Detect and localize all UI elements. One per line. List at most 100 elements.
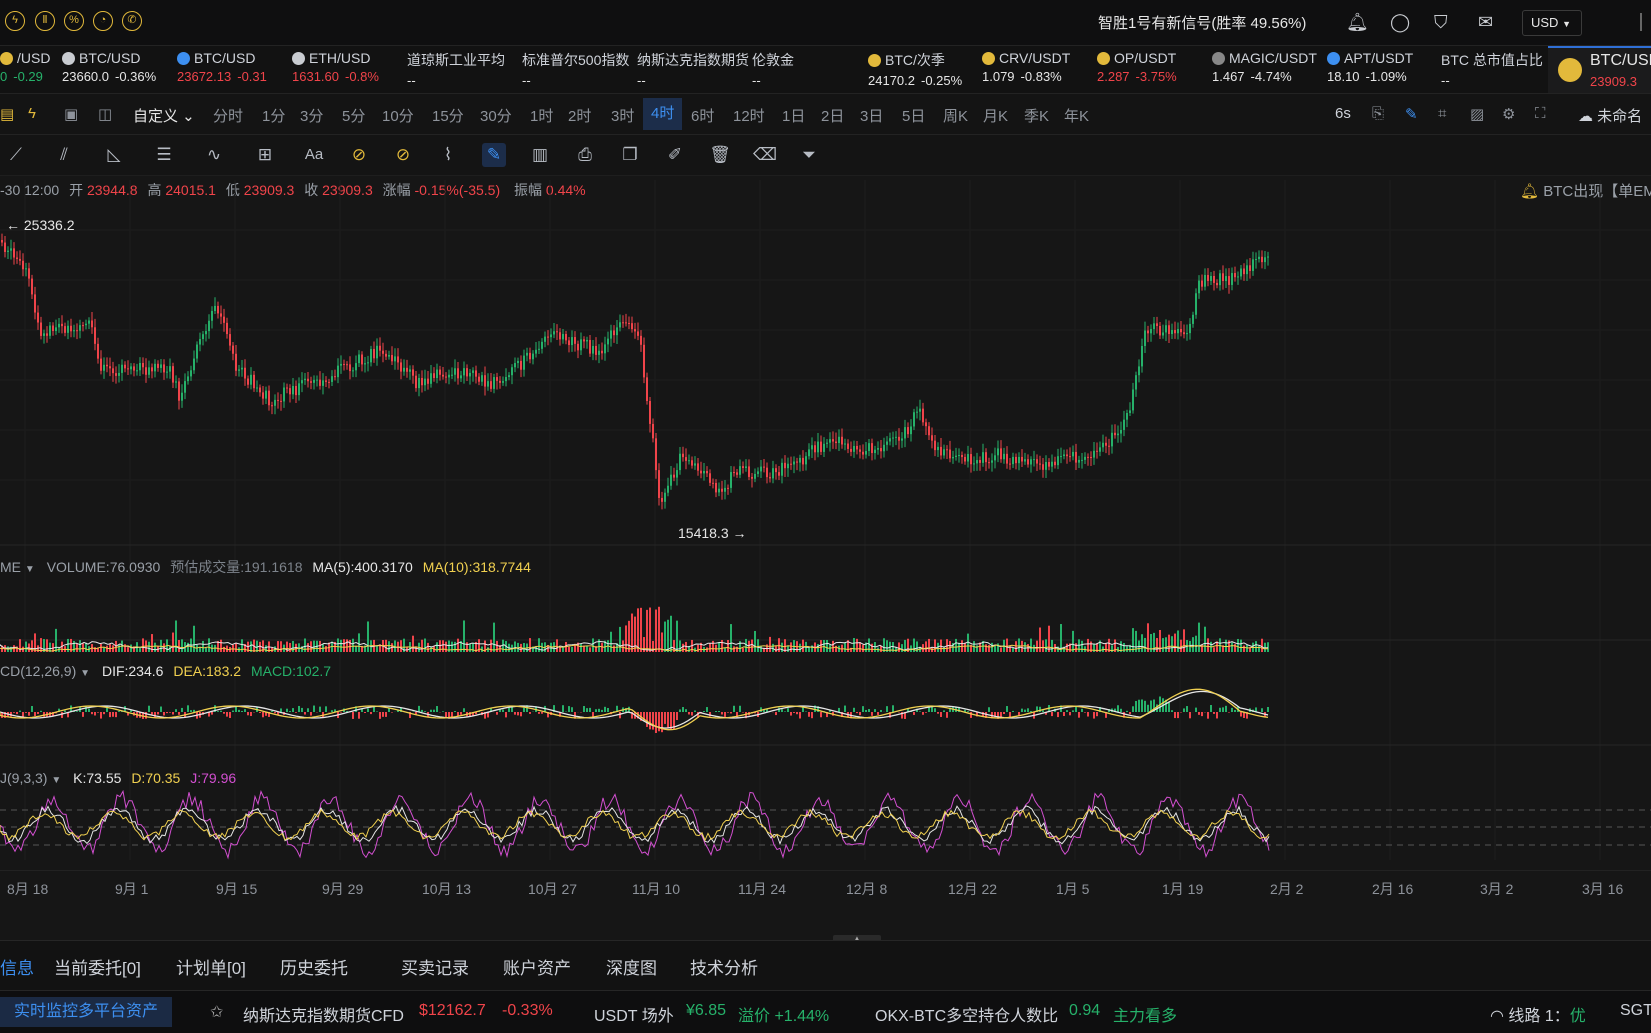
mail-icon[interactable]: ✉: [1478, 13, 1493, 31]
ticker-item[interactable]: CRV/USDT1.079-0.83%: [982, 50, 1070, 84]
ticker-item[interactable]: OP/USDT2.287-3.75%: [1097, 50, 1177, 84]
volume-bar: [1123, 643, 1125, 652]
interval-option[interactable]: 2时: [568, 105, 591, 126]
interval-option[interactable]: 3日: [860, 105, 883, 126]
interval-option[interactable]: 分时: [213, 105, 243, 126]
pen-icon[interactable]: ✎: [1405, 105, 1418, 123]
candles-icon[interactable]: ▥: [528, 143, 552, 167]
flash-icon[interactable]: ϟ: [28, 105, 36, 122]
interval-option[interactable]: 10分: [382, 105, 414, 126]
pin-icon[interactable]: ✩: [210, 1002, 223, 1022]
filter-icon[interactable]: ⏷: [797, 143, 821, 167]
interval-option[interactable]: 季K: [1024, 105, 1049, 126]
signal-notice[interactable]: 智胜1号有新信号(胜率 49.56%): [1098, 12, 1306, 33]
horizontal-lines-icon[interactable]: ☰: [152, 143, 176, 167]
parallel-lines-icon[interactable]: ⫽: [52, 143, 76, 167]
order-tab[interactable]: 买卖记录: [401, 954, 469, 979]
interval-option[interactable]: 3分: [300, 105, 323, 126]
chart-canvas[interactable]: ← 25336.215418.3 →: [0, 170, 1651, 870]
cloud-layout[interactable]: ☁ 未命名: [1578, 105, 1642, 126]
ticker-name: BTC 总市值占比: [1441, 52, 1543, 68]
order-tab[interactable]: 深度图: [606, 954, 657, 979]
interval-option[interactable]: 1时: [530, 105, 553, 126]
dropdown-icon[interactable]: ▼: [51, 775, 61, 786]
interval-option[interactable]: 15分: [432, 105, 464, 126]
candle-body: [415, 376, 417, 388]
interval-option[interactable]: 5分: [342, 105, 365, 126]
asset-monitor-button[interactable]: 实时监控多平台资产: [0, 997, 172, 1027]
interval-option[interactable]: 5日: [902, 105, 925, 126]
ticker-item[interactable]: BTC 总市值占比--: [1441, 50, 1543, 88]
order-tab[interactable]: 当前委托[0]: [54, 954, 141, 979]
lightning-icon[interactable]: ϟ: [5, 11, 25, 31]
ticker-item[interactable]: 标准普尔500指数--: [522, 50, 629, 88]
dropdown-icon[interactable]: ▼: [25, 564, 35, 575]
dropdown-icon[interactable]: ▼: [80, 668, 90, 679]
trendline-icon[interactable]: ⟋: [4, 143, 28, 167]
volume-bar: [154, 643, 156, 652]
ticker-item[interactable]: BTC/USD23660.0-0.36%: [62, 50, 156, 84]
rect-icon[interactable]: ⊞: [253, 143, 277, 167]
interval-option[interactable]: 1分: [262, 105, 285, 126]
clip-icon[interactable]: ⎙: [573, 143, 597, 167]
candle-body: [1243, 269, 1245, 275]
ruler-icon[interactable]: ⌇: [436, 143, 460, 167]
edit-icon[interactable]: ✐: [663, 143, 687, 167]
order-tab[interactable]: 历史委托: [280, 954, 348, 979]
order-tab[interactable]: 账户资产: [503, 954, 571, 979]
interval-option[interactable]: 6时: [691, 105, 714, 126]
copy-icon[interactable]: ❐: [618, 143, 642, 167]
interval-option[interactable]: 周K: [943, 105, 968, 126]
interval-option[interactable]: 30分: [480, 105, 512, 126]
shirt-icon[interactable]: ⛉: [1434, 13, 1448, 31]
refresh-rate[interactable]: 6s: [1335, 105, 1351, 122]
layout-icon[interactable]: ◫: [98, 105, 112, 123]
ticker-item[interactable]: /USD0-0.29: [0, 50, 50, 84]
draw-mode-icon[interactable]: ✎: [482, 143, 506, 167]
ticker-item[interactable]: 纳斯达克指数期货--: [637, 50, 749, 88]
interval-option[interactable]: 年K: [1064, 105, 1089, 126]
connection-status[interactable]: ◠ 线路 1：优: [1490, 1002, 1586, 1026]
active-symbol-tab[interactable]: BTC/USDT23909.3: [1548, 46, 1651, 93]
order-tab[interactable]: 技术分析: [690, 954, 758, 979]
interval-option[interactable]: 3时: [611, 105, 634, 126]
order-tab[interactable]: 信息: [0, 954, 34, 979]
candle-body: [835, 442, 837, 443]
ticker-item[interactable]: MAGIC/USDT1.467-4.74%: [1212, 50, 1317, 84]
wave-icon[interactable]: ∿: [202, 143, 226, 167]
fullscreen-icon[interactable]: ⛶: [1535, 105, 1546, 122]
ticker-item[interactable]: BTC/次季24170.2-0.25%: [868, 50, 962, 88]
interval-option[interactable]: 12时: [733, 105, 765, 126]
interval-option[interactable]: 4时: [643, 98, 682, 130]
percent-icon[interactable]: %: [64, 11, 84, 31]
settings-icon[interactable]: ⚙: [1502, 105, 1515, 123]
interval-option[interactable]: 1日: [782, 105, 805, 126]
interval-option[interactable]: 2日: [821, 105, 844, 126]
pause-icon[interactable]: Ⅱ: [35, 11, 55, 31]
eraser-icon[interactable]: ⌫: [753, 143, 777, 167]
image-icon[interactable]: ▨: [1470, 105, 1484, 123]
calendar-icon[interactable]: ▣: [64, 105, 78, 123]
ticker-item[interactable]: 道琼斯工业平均--: [407, 50, 505, 88]
bell-icon[interactable]: 🔔︎: [1346, 13, 1369, 31]
interval-option[interactable]: 月K: [983, 105, 1008, 126]
trash-icon[interactable]: 🗑︎: [708, 143, 732, 167]
ticker-item[interactable]: BTC/USD23672.13-0.31: [177, 50, 267, 84]
chat-icon[interactable]: ◯: [1390, 13, 1410, 31]
lock-draw-icon[interactable]: ⊘: [391, 143, 415, 167]
currency-select[interactable]: USD ▼: [1522, 10, 1582, 36]
magnet-icon[interactable]: ⊘: [347, 143, 371, 167]
order-tab[interactable]: 计划单[0]: [176, 954, 246, 979]
candle-body: [1234, 273, 1236, 277]
sidebar-toggle-icon[interactable]: ▤: [0, 105, 14, 123]
resize-icon[interactable]: ⌗: [1438, 105, 1446, 122]
ticker-item[interactable]: 伦敦金--: [752, 50, 794, 88]
text-icon[interactable]: Aa: [302, 143, 326, 167]
phone-icon[interactable]: ✆: [122, 11, 142, 31]
ticker-item[interactable]: APT/USDT18.10-1.09%: [1327, 50, 1413, 84]
ticker-item[interactable]: ETH/USD1631.60-0.8%: [292, 50, 379, 84]
camera-icon[interactable]: ⎘: [1372, 105, 1384, 122]
gauge-icon[interactable]: ◔: [93, 11, 113, 31]
angle-icon[interactable]: ◺: [102, 143, 126, 167]
custom-interval-dropdown[interactable]: 自定义 ⌄: [133, 105, 195, 126]
